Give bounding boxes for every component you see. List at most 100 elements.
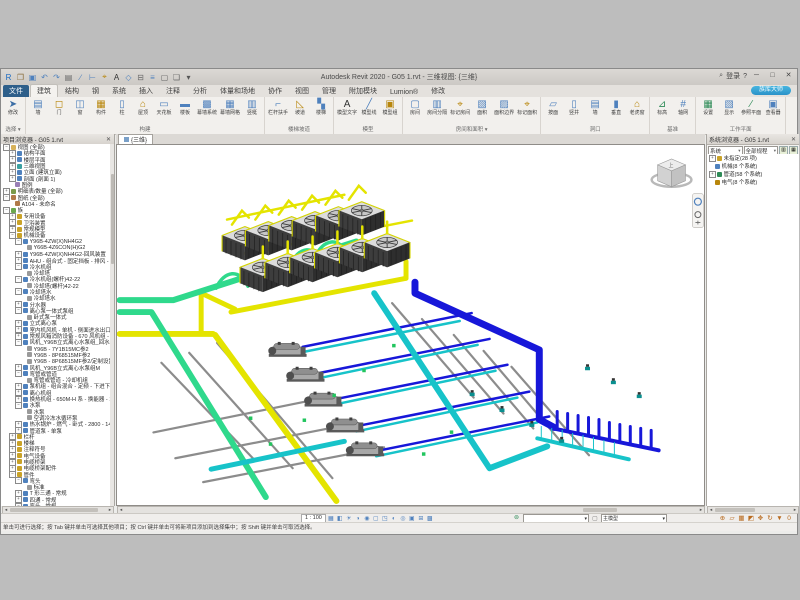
ribbon-tab-协作[interactable]: 协作 xyxy=(262,85,288,97)
ribbon-button-老虎窗[interactable]: ⌂老虎窗 xyxy=(627,98,647,127)
close-button[interactable]: ✕ xyxy=(782,70,795,82)
tree-expander-icon[interactable]: − xyxy=(15,370,22,377)
tree-expander-icon[interactable]: − xyxy=(15,238,22,245)
system-browser-close-icon[interactable]: ✕ xyxy=(790,136,797,143)
undo-icon[interactable]: ↶ xyxy=(39,72,50,83)
ribbon-button-面积[interactable]: ▧面积 xyxy=(472,98,492,127)
ribbon-button-幕墙网格[interactable]: ▦幕墙网格 xyxy=(219,98,241,127)
redo-icon[interactable]: ↷ xyxy=(51,72,62,83)
ribbon-button-修改[interactable]: ➤修改 xyxy=(3,98,23,127)
revit-logo[interactable]: R xyxy=(3,72,14,83)
ribbon-button-标高[interactable]: ⊿标高 xyxy=(652,98,672,127)
viewcube[interactable]: 上 xyxy=(652,159,692,187)
ribbon-button-竖梃[interactable]: ▥竖梃 xyxy=(242,98,262,127)
save-icon[interactable]: ▣ xyxy=(27,72,38,83)
system-row[interactable]: +管道(58 个系统) xyxy=(707,170,799,178)
ribbon-button-标记面积[interactable]: ⌖标记面积 xyxy=(516,98,538,127)
section-icon[interactable]: ⊟ xyxy=(135,72,146,83)
ribbon-button-按面[interactable]: ▱按面 xyxy=(543,98,563,127)
ribbon-button-柱[interactable]: ▯柱 xyxy=(112,98,132,127)
ribbon-tab-管理[interactable]: 管理 xyxy=(316,85,342,97)
ribbon-button-楼板[interactable]: ▬楼板 xyxy=(175,98,195,127)
tree-expander-icon[interactable]: + xyxy=(709,155,716,162)
ribbon-button-显示[interactable]: ▧显示 xyxy=(719,98,739,127)
ribbon-tab-注释[interactable]: 注释 xyxy=(160,85,186,97)
navigation-bar[interactable] xyxy=(692,194,703,228)
minimize-button[interactable]: ─ xyxy=(750,70,763,82)
ribbon-button-墙[interactable]: ▤墙 xyxy=(28,98,48,127)
close-hidden-windows-icon[interactable]: ▢ xyxy=(159,72,170,83)
tree-expander-icon[interactable]: − xyxy=(3,194,10,201)
ribbon-button-查看器[interactable]: ▣查看器 xyxy=(763,98,783,127)
tree-expander-icon[interactable]: − xyxy=(15,339,22,346)
tree-expander-icon[interactable]: + xyxy=(709,171,716,178)
ribbon-button-房间分隔[interactable]: ▥房间分隔 xyxy=(426,98,448,127)
ribbon-button-构件[interactable]: ▦构件 xyxy=(91,98,111,127)
default-3d-view-icon[interactable]: ◇ xyxy=(123,72,134,83)
ribbon-tab-结构[interactable]: 结构 xyxy=(59,85,85,97)
ribbon-tab-文件[interactable]: 文件 xyxy=(3,85,29,97)
blue-chilled-water-main[interactable] xyxy=(415,282,659,450)
maximize-button[interactable]: □ xyxy=(766,70,779,82)
ribbon-tab-插入[interactable]: 插入 xyxy=(133,85,159,97)
view-tab-3d[interactable]: {三维} xyxy=(118,134,153,144)
thin-lines-icon[interactable]: ≡ xyxy=(147,72,158,83)
print-icon[interactable]: ▤ xyxy=(63,72,74,83)
switch-windows-icon[interactable]: ❏ xyxy=(171,72,182,83)
signin-label[interactable]: 登录 xyxy=(726,71,740,81)
cyan-chilled-return-pipes[interactable] xyxy=(211,293,547,469)
tree-expander-icon[interactable]: − xyxy=(15,276,22,283)
ribbon-button-标记房间[interactable]: ⌖标记房间 xyxy=(449,98,471,127)
ribbon-button-竖井[interactable]: ▯竖井 xyxy=(564,98,584,127)
ribbon-button-模型线[interactable]: ╱模型线 xyxy=(359,98,379,127)
text-icon[interactable]: A xyxy=(111,72,122,83)
ribbon-button-轴网[interactable]: #轴网 xyxy=(673,98,693,127)
customize-qat-icon[interactable]: ▾ xyxy=(183,72,194,83)
tree-expander-icon[interactable]: + xyxy=(9,175,16,182)
ribbon-button-面积边界[interactable]: ▨面积边界 xyxy=(493,98,515,127)
ribbon-tab-建筑[interactable]: 建筑 xyxy=(30,84,58,97)
chiller-units[interactable] xyxy=(268,342,384,456)
ribbon-tab-附加模块[interactable]: 附加模块 xyxy=(343,85,383,97)
ribbon-button-参照平面[interactable]: ∕参照平面 xyxy=(740,98,762,127)
help-icon[interactable]: ? xyxy=(743,73,747,80)
ribbon-button-幕墙系统[interactable]: ▩幕墙系统 xyxy=(196,98,218,127)
ribbon-button-楼梯[interactable]: ▚楼梯 xyxy=(311,98,331,127)
search-icon[interactable]: ⌕ xyxy=(719,72,723,80)
ribbon-tab-分析[interactable]: 分析 xyxy=(187,85,213,97)
project-browser-close-icon[interactable]: ✕ xyxy=(105,136,112,143)
system-row[interactable]: +未指定(28 项) xyxy=(707,154,799,162)
ribbon-button-模型文字[interactable]: A模型文字 xyxy=(336,98,358,127)
measure-icon[interactable]: ∕ xyxy=(75,72,86,83)
system-row[interactable]: 电气(8 个系统) xyxy=(707,178,799,186)
tag-icon[interactable]: ⌖ xyxy=(99,72,110,83)
ribbon-button-房间[interactable]: ▢房间 xyxy=(405,98,425,127)
aligned-dimension-icon[interactable]: ⊢ xyxy=(87,72,98,83)
system-row[interactable]: 机械(8 个系统) xyxy=(707,162,799,170)
ribbon-tab-钢[interactable]: 钢 xyxy=(86,85,105,97)
drawing-area[interactable]: 上 xyxy=(116,144,705,506)
ribbon-button-垂直[interactable]: ▮垂直 xyxy=(606,98,626,127)
tree-expander-icon[interactable]: − xyxy=(15,477,22,484)
ribbon-tab-修改[interactable]: 修改 xyxy=(425,85,451,97)
ribbon-button-屋顶[interactable]: ⌂屋顶 xyxy=(133,98,153,127)
tree-expander-icon[interactable]: − xyxy=(15,288,22,295)
system-browser-header[interactable]: 系统浏览器 - G05 1.rvt ✕ xyxy=(707,134,799,145)
ribbon-button-坡道[interactable]: ◺坡道 xyxy=(290,98,310,127)
ribbon-button-模型组[interactable]: ▣模型组 xyxy=(380,98,400,127)
tree-expander-icon[interactable]: − xyxy=(15,402,22,409)
project-browser-vscrollbar[interactable] xyxy=(110,144,114,506)
ribbon-tab-视图[interactable]: 视图 xyxy=(289,85,315,97)
plugin-pill-button[interactable]: 族库大师 xyxy=(751,86,791,95)
ribbon-button-窗[interactable]: ◫窗 xyxy=(70,98,90,127)
ribbon-button-门[interactable]: ◻门 xyxy=(49,98,69,127)
ribbon-button-设置[interactable]: ▦设置 xyxy=(698,98,718,127)
ribbon-tab-体量和场地[interactable]: 体量和场地 xyxy=(214,85,261,97)
ribbon-tab-Lumion®[interactable]: Lumion® xyxy=(384,88,424,97)
ribbon-button-天花板[interactable]: ▭天花板 xyxy=(154,98,174,127)
ribbon-button-栏杆扶手[interactable]: ⌐栏杆扶手 xyxy=(267,98,289,127)
ribbon-button-墙[interactable]: ▤墙 xyxy=(585,98,605,127)
open-icon[interactable]: ❐ xyxy=(15,72,26,83)
ribbon-tab-系统[interactable]: 系统 xyxy=(106,85,132,97)
tree-expander-icon[interactable]: − xyxy=(15,307,22,314)
